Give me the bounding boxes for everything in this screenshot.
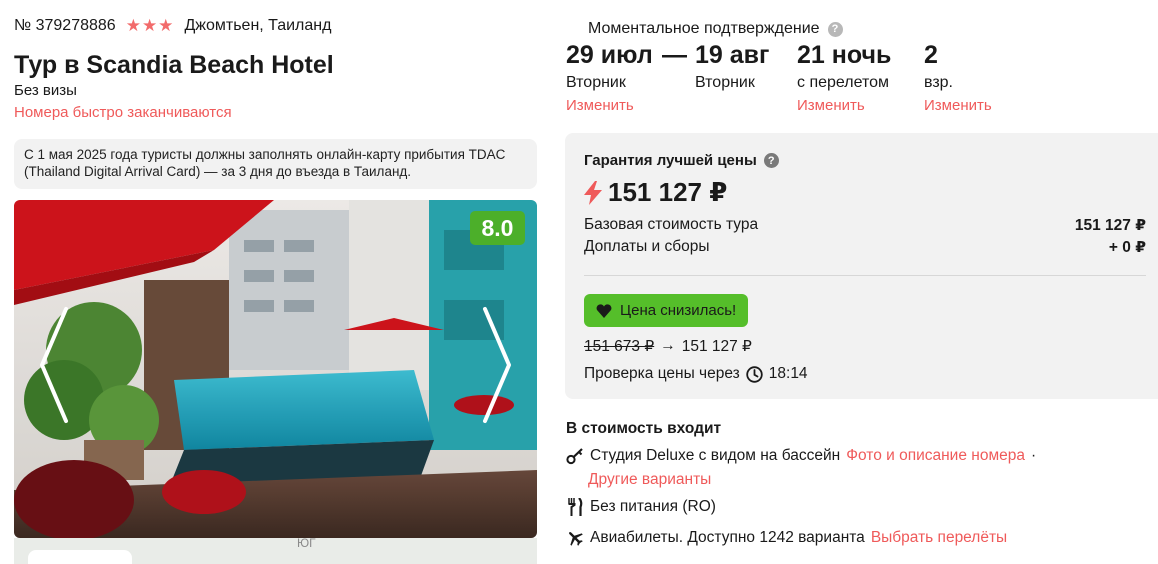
question-icon[interactable]: ? xyxy=(763,153,779,168)
rating-badge: 8.0 xyxy=(470,211,525,245)
price-change-row: 151 673 ₽ → 151 127 ₽ xyxy=(584,337,752,356)
date-from: 29 июл xyxy=(566,41,653,69)
price-panel: Гарантия лучшей цены ? 151 127 ₽ Базовая… xyxy=(565,133,1158,399)
price-check-label: Проверка цены через xyxy=(584,365,740,382)
fees-value: + 0 ₽ xyxy=(1108,239,1146,256)
tour-info-row: № 379278886 ★★★ Джомтьен, Таиланд xyxy=(14,16,331,36)
guests-note: взр. xyxy=(924,74,953,91)
base-price-label: Базовая стоимость тура xyxy=(584,216,759,233)
included-title: В стоимость входит xyxy=(566,420,722,437)
plane-icon xyxy=(566,529,584,547)
change-dates-link[interactable]: Изменить xyxy=(566,97,653,114)
hotel-location: Джомтьен, Таиланд xyxy=(184,17,332,34)
arrow-icon: → xyxy=(660,337,676,354)
nights-count: 21 ночь xyxy=(797,41,892,69)
question-icon[interactable]: ? xyxy=(827,21,843,37)
divider xyxy=(584,275,1146,276)
total-price: 151 127 ₽ xyxy=(608,177,728,207)
date-from-block: 29 июл Вторник Изменить xyxy=(566,41,653,114)
tdac-notice: С 1 мая 2025 года туристы должны заполня… xyxy=(14,139,537,189)
guests-count: 2 xyxy=(924,41,938,69)
hotel-stars: ★★★ xyxy=(125,16,175,35)
hotel-photo xyxy=(14,200,537,538)
flights-info: Авиабилеты. Доступно 1242 варианта xyxy=(590,529,865,546)
included-flights-row: Авиабилеты. Доступно 1242 варианта Выбра… xyxy=(566,529,1007,547)
change-guests-link[interactable]: Изменить xyxy=(924,97,992,114)
clock-icon xyxy=(746,365,763,383)
map-preview[interactable]: ЮГ xyxy=(14,538,537,564)
map-card xyxy=(28,550,132,564)
instant-confirmation-label: Моментальное подтверждение xyxy=(588,20,820,37)
weekday-to: Вторник xyxy=(695,74,755,91)
fees-label: Доплаты и сборы xyxy=(584,238,710,255)
hotel-photo-gallery[interactable]: 8.0 xyxy=(14,200,537,538)
page-title: Тур в Scandia Beach Hotel xyxy=(14,51,334,79)
best-price-guarantee: Гарантия лучшей цены ? xyxy=(584,152,779,169)
room-name: Студия Deluxe с видом на бассейн xyxy=(590,447,841,464)
change-nights-link[interactable]: Изменить xyxy=(797,97,891,114)
price-check-row: Проверка цены через 18:14 xyxy=(584,365,808,383)
heart-icon xyxy=(596,303,612,318)
meal-plan: Без питания (RO) xyxy=(590,498,716,515)
date-to-block: 19 авг Вторник xyxy=(695,41,769,92)
choose-flights-link[interactable]: Выбрать перелёты xyxy=(871,529,1007,547)
gallery-next-button[interactable] xyxy=(477,305,517,425)
chevron-left-icon xyxy=(40,307,68,423)
instant-confirmation: Моментальное подтверждение ? xyxy=(588,20,843,38)
other-variants-link[interactable]: Другие варианты xyxy=(588,471,711,489)
visa-info: Без визы xyxy=(14,82,77,99)
total-price-row: 151 127 ₽ xyxy=(584,177,727,208)
old-price: 151 673 ₽ xyxy=(584,338,655,355)
key-icon xyxy=(566,447,584,465)
nights-block: 21 ночь с перелетом Изменить xyxy=(797,41,891,114)
date-to: 19 авг xyxy=(695,41,770,69)
new-price: 151 127 ₽ xyxy=(681,338,752,355)
rooms-warning: Номера быстро заканчиваются xyxy=(14,104,232,121)
price-check-time: 18:14 xyxy=(768,365,808,382)
weekday-from: Вторник xyxy=(566,74,626,91)
room-details-link[interactable]: Фото и описание номера xyxy=(846,447,1025,465)
date-separator: — xyxy=(662,41,687,69)
included-room-row: Студия Deluxe с видом на бассейн Фото и … xyxy=(566,447,1036,465)
base-price-value: 151 127 ₽ xyxy=(1074,217,1146,234)
fork-knife-icon xyxy=(566,498,584,516)
lightning-icon xyxy=(584,180,602,205)
price-drop-badge: Цена снизилась! xyxy=(584,294,749,327)
nights-note: с перелетом xyxy=(797,74,890,91)
price-drop-label: Цена снизилась! xyxy=(620,302,737,319)
included-meal-row: Без питания (RO) xyxy=(566,498,716,516)
base-price-row: Базовая стоимость тура 151 127 ₽ xyxy=(584,216,1146,235)
chevron-right-icon xyxy=(483,307,511,423)
fees-row: Доплаты и сборы + 0 ₽ xyxy=(584,238,1146,257)
separator-dot: · xyxy=(1030,447,1037,464)
guarantee-label: Гарантия лучшей цены xyxy=(584,152,757,169)
guests-block: 2 взр. Изменить xyxy=(924,41,992,114)
tour-number: № 379278886 xyxy=(14,17,116,34)
map-label: ЮГ xyxy=(297,538,316,550)
gallery-prev-button[interactable] xyxy=(34,305,74,425)
